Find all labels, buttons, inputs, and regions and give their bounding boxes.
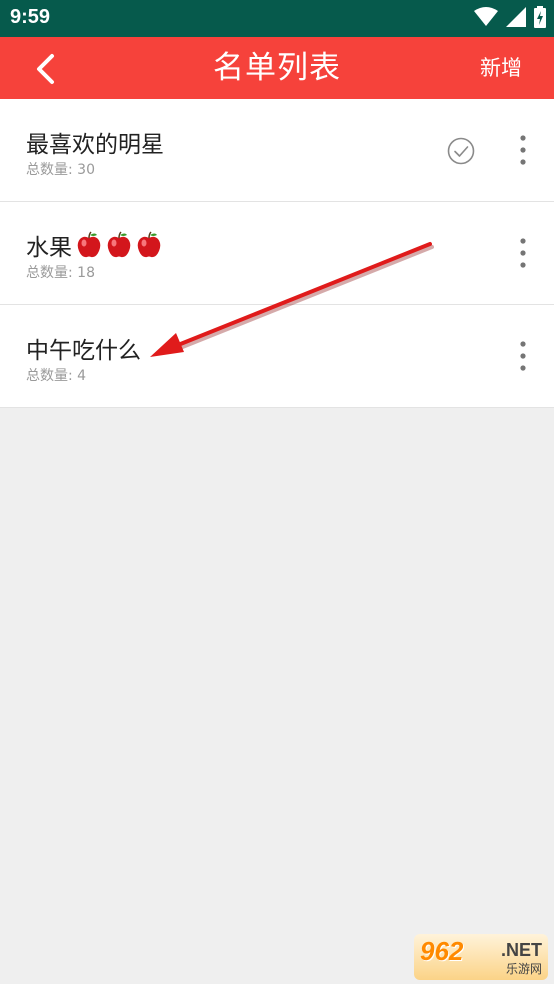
more-vertical-icon[interactable] bbox=[507, 339, 539, 373]
more-vertical-icon[interactable] bbox=[507, 236, 539, 270]
list-item-count: 总数量: 4 bbox=[26, 368, 87, 384]
checkmark-circle-icon[interactable] bbox=[446, 136, 476, 166]
add-button[interactable]: 新增 bbox=[480, 37, 522, 99]
signal-icon bbox=[506, 7, 526, 31]
status-time: 9:59 bbox=[10, 6, 51, 28]
watermark-suffix: .NET bbox=[500, 940, 542, 960]
list-item[interactable]: 水果 🍎🍎🍎 bbox=[0, 202, 554, 305]
watermark-site-name: 乐游网 bbox=[505, 962, 542, 976]
list-item-title: 中午吃什么 bbox=[26, 331, 141, 365]
status-icons bbox=[474, 6, 546, 32]
apple-icon bbox=[107, 231, 131, 258]
list-item[interactable]: 最喜欢的明星 总数量: 30 bbox=[0, 99, 554, 202]
status-bar: 9:59 bbox=[0, 0, 554, 37]
list-item-title-text: 最喜欢的明星 bbox=[26, 132, 164, 158]
more-vertical-icon[interactable] bbox=[507, 133, 539, 167]
wifi-icon bbox=[474, 7, 498, 31]
list-item-title-text: 水果 bbox=[26, 235, 72, 261]
list-item-count: 总数量: 30 bbox=[26, 162, 95, 178]
apple-icon bbox=[77, 231, 101, 258]
name-list: 最喜欢的明星 总数量: 30 水果 🍎🍎🍎 bbox=[0, 99, 554, 408]
list-item-title: 水果 🍎🍎🍎 bbox=[26, 228, 162, 262]
list-item-title: 最喜欢的明星 bbox=[26, 125, 164, 159]
page-title: 名单列表 bbox=[213, 50, 341, 86]
list-item-count: 总数量: 18 bbox=[26, 265, 95, 281]
list-item[interactable]: 中午吃什么 总数量: 4 bbox=[0, 305, 554, 408]
app-bar: 名单列表 新增 bbox=[0, 37, 554, 99]
apple-icons bbox=[76, 231, 162, 259]
apple-icon bbox=[137, 231, 161, 258]
battery-icon bbox=[534, 6, 546, 32]
watermark-brand: 962 bbox=[420, 936, 464, 966]
watermark-logo: 962 .NET 乐游网 bbox=[414, 934, 548, 980]
list-item-title-text: 中午吃什么 bbox=[26, 338, 141, 364]
